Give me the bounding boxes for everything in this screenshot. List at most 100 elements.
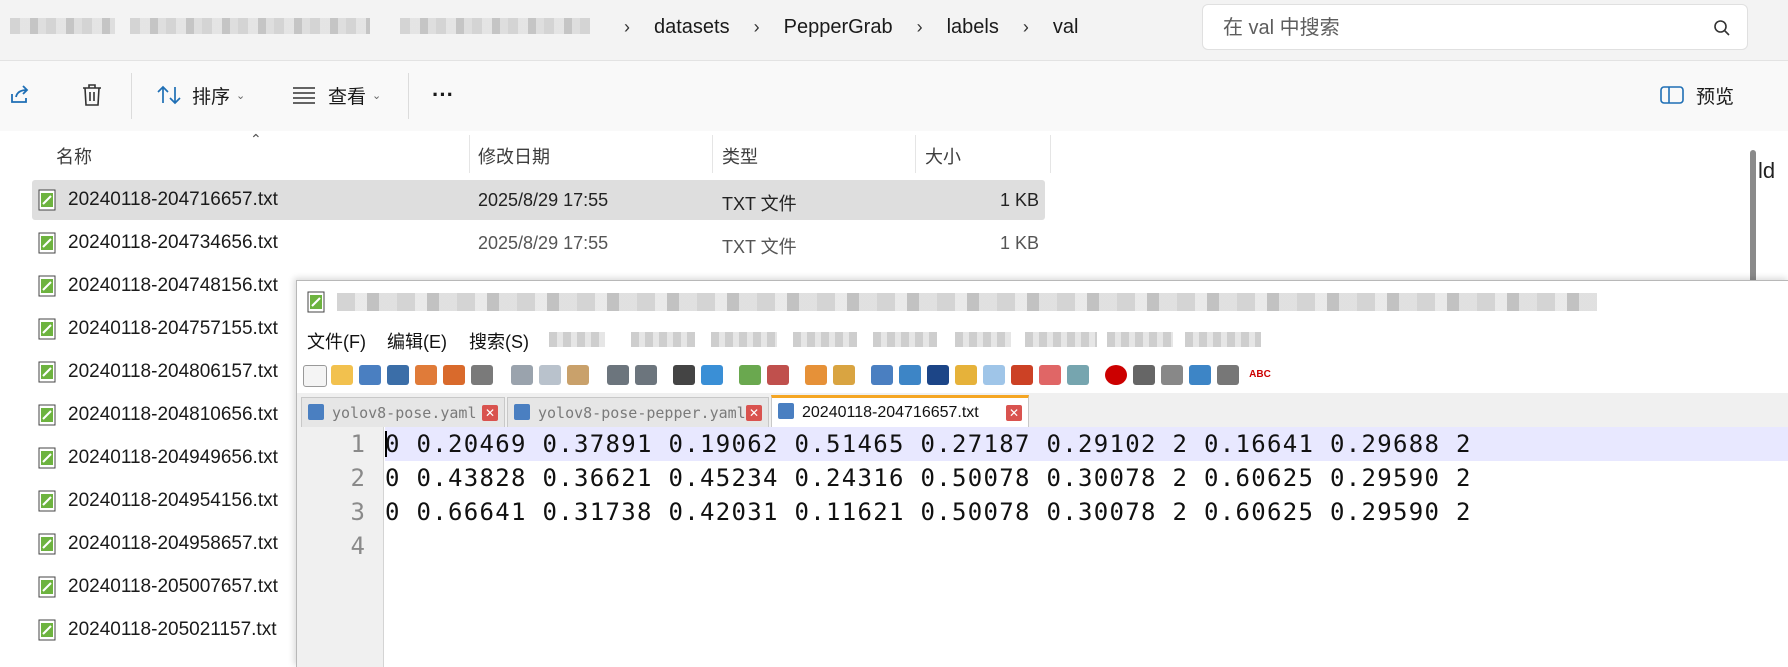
save-icon [778, 403, 794, 419]
word-wrap-icon[interactable] [871, 365, 893, 385]
file-date: 2025/8/29 17:55 [478, 190, 609, 210]
sync-horizontal-icon[interactable] [833, 365, 855, 385]
sync-vertical-icon[interactable] [805, 365, 827, 385]
replace-icon[interactable] [701, 365, 723, 385]
indent-guide-icon[interactable] [927, 365, 949, 385]
menu-edit[interactable]: 编辑(E) [387, 328, 447, 354]
blurred-menu-item[interactable] [793, 332, 857, 347]
spell-check-icon[interactable]: ABC [1249, 365, 1271, 385]
vertical-scrollbar-thumb[interactable] [1750, 150, 1756, 290]
function-list-icon[interactable] [1011, 365, 1033, 385]
tab-label: 20240118-204716657.txt [802, 404, 979, 421]
line-number: 3 [350, 498, 365, 526]
monitoring-icon[interactable] [1067, 365, 1089, 385]
cut-icon[interactable] [511, 365, 533, 385]
blurred-menu-item[interactable] [955, 332, 1011, 347]
window-title-bar[interactable] [297, 281, 1788, 323]
close-icon[interactable]: ✕ [746, 405, 762, 421]
redo-icon[interactable] [635, 365, 657, 385]
column-divider[interactable] [915, 135, 916, 173]
column-divider[interactable] [469, 135, 470, 173]
blurred-menu-item[interactable] [711, 332, 777, 347]
file-row[interactable]: 20240118-204734656.txt 2025/8/29 17:55 T… [32, 223, 1045, 263]
breadcrumb-val[interactable]: val [1053, 16, 1079, 39]
blurred-menu-item[interactable] [1025, 332, 1097, 347]
file-name: 20240118-204734656.txt [68, 232, 278, 253]
search-box[interactable] [1202, 4, 1748, 50]
text-file-icon [38, 533, 56, 555]
blurred-menu-item[interactable] [873, 332, 937, 347]
blurred-menu-item[interactable] [1185, 332, 1261, 347]
sort-button[interactable]: 排序 ⌄ [156, 77, 245, 113]
print-icon[interactable] [471, 365, 493, 385]
preview-pane-button[interactable]: 预览 [1660, 77, 1734, 113]
delete-button[interactable] [80, 77, 104, 113]
run-macro-multiple-icon[interactable] [1189, 365, 1211, 385]
text-file-icon [38, 619, 56, 641]
blurred-path-segment [400, 18, 590, 34]
undo-icon[interactable] [607, 365, 629, 385]
code-line[interactable] [385, 529, 1788, 563]
column-header-size[interactable]: 大小 [925, 143, 961, 169]
file-name: 20240118-204958657.txt [68, 533, 278, 554]
view-button[interactable]: 查看 ⌄ [292, 77, 381, 113]
text-editor[interactable]: 1 2 3 4 0 0.20469 0.37891 0.19062 0.5146… [297, 427, 1788, 667]
address-bar[interactable]: › datasets › PepperGrab › labels › val [0, 0, 1788, 61]
blurred-menu-item[interactable] [549, 332, 605, 347]
menu-file[interactable]: 文件(F) [307, 328, 366, 354]
menu-search[interactable]: 搜索(S) [469, 328, 529, 354]
copy-icon[interactable] [539, 365, 561, 385]
zoom-in-icon[interactable] [739, 365, 761, 385]
editor-toolbar: ABC [297, 355, 1788, 394]
save-icon[interactable] [359, 365, 381, 385]
tab-yolov8-pose-yaml[interactable]: yolov8-pose.yaml ✕ [301, 397, 505, 427]
share-button[interactable] [8, 77, 32, 113]
sort-label: 排序 [192, 86, 231, 108]
code-line[interactable]: 0 0.20469 0.37891 0.19062 0.51465 0.2718… [385, 427, 1788, 461]
paste-icon[interactable] [567, 365, 589, 385]
close-icon[interactable]: ✕ [1006, 405, 1022, 421]
column-divider[interactable] [1050, 135, 1051, 173]
breadcrumb-peppergrab[interactable]: PepperGrab [784, 16, 893, 39]
share-icon [11, 85, 29, 103]
close-icon[interactable]: ✕ [482, 405, 498, 421]
close-file-icon[interactable] [415, 365, 437, 385]
zoom-out-icon[interactable] [767, 365, 789, 385]
blurred-menu-item[interactable] [1107, 332, 1173, 347]
column-divider[interactable] [712, 135, 713, 173]
tab-active-txt-file[interactable]: 20240118-204716657.txt ✕ [771, 395, 1029, 428]
find-icon[interactable] [673, 365, 695, 385]
document-tab-bar: yolov8-pose.yaml ✕ yolov8-pose-pepper.ya… [297, 393, 1788, 428]
save-macro-icon[interactable] [1217, 365, 1239, 385]
search-icon[interactable] [1713, 19, 1731, 37]
breadcrumb-labels[interactable]: labels [947, 16, 999, 39]
folder-workspace-icon[interactable] [1039, 365, 1061, 385]
code-line[interactable]: 0 0.66641 0.31738 0.42031 0.11621 0.5007… [385, 495, 1788, 529]
new-file-icon[interactable] [303, 365, 327, 387]
stop-macro-icon[interactable] [1133, 365, 1155, 385]
column-header-name[interactable]: 名称 [56, 143, 92, 169]
open-file-icon[interactable] [331, 365, 353, 385]
view-label: 查看 [328, 86, 367, 108]
column-header-type[interactable]: 类型 [722, 143, 758, 169]
breadcrumb-datasets[interactable]: datasets [654, 16, 730, 39]
save-all-icon[interactable] [387, 365, 409, 385]
record-macro-icon[interactable] [1105, 365, 1127, 385]
code-line[interactable]: 0 0.43828 0.36621 0.45234 0.24316 0.5007… [385, 461, 1788, 495]
language-icon[interactable] [955, 365, 977, 385]
file-size: 1 KB [999, 233, 1039, 253]
file-name: 20240118-205021157.txt [68, 619, 277, 640]
play-macro-icon[interactable] [1161, 365, 1183, 385]
column-header-date[interactable]: 修改日期 [478, 143, 550, 169]
tab-yolov8-pose-pepper-yaml[interactable]: yolov8-pose-pepper.yaml ✕ [507, 397, 769, 427]
show-all-chars-icon[interactable] [899, 365, 921, 385]
file-row[interactable]: 20240118-204716657.txt 2025/8/29 17:55 T… [32, 180, 1045, 220]
blurred-menu-item[interactable] [631, 332, 695, 347]
more-options-button[interactable]: ··· [432, 77, 454, 113]
blurred-path-segment [130, 18, 370, 34]
search-input[interactable] [1221, 14, 1685, 42]
text-file-icon [38, 275, 56, 297]
menu-bar: 文件(F) 编辑(E) 搜索(S) [297, 323, 1788, 355]
document-map-icon[interactable] [983, 365, 1005, 385]
close-all-icon[interactable] [443, 365, 465, 385]
